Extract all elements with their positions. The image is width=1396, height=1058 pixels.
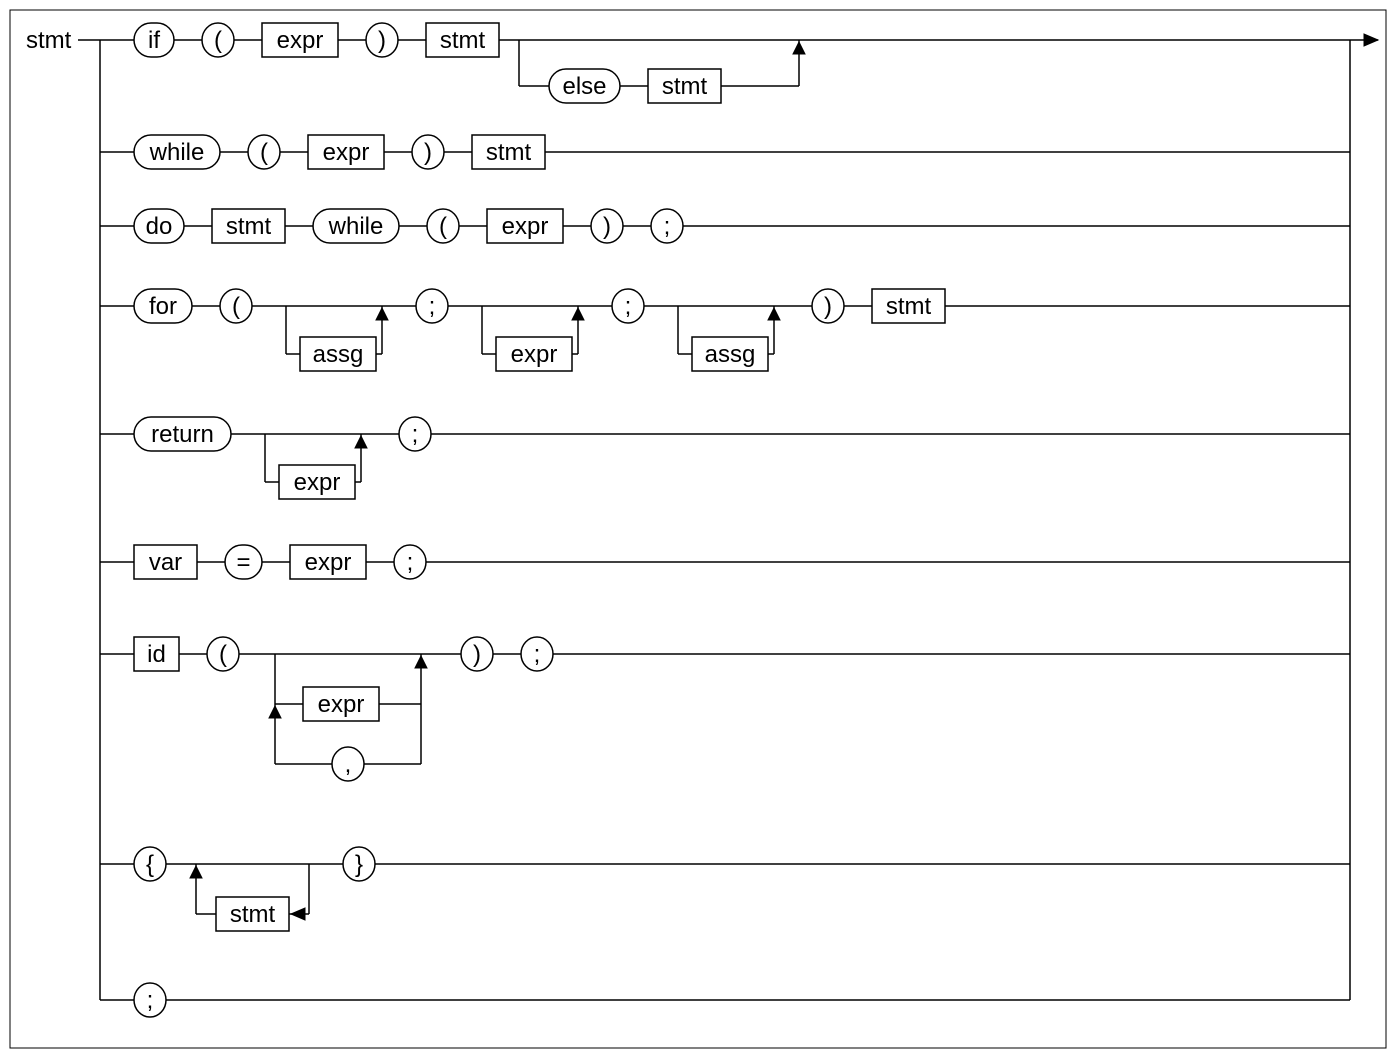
rparen: ) xyxy=(812,289,844,323)
svg-text:(: ( xyxy=(439,213,447,240)
svg-text:expr: expr xyxy=(511,341,558,368)
svg-text:}: } xyxy=(355,851,363,878)
svg-text:expr: expr xyxy=(277,27,324,54)
svg-text:expr: expr xyxy=(323,139,370,166)
svg-text:stmt: stmt xyxy=(662,73,708,100)
nt-expr: expr xyxy=(303,687,379,721)
lparen: ( xyxy=(248,135,280,169)
svg-text:return: return xyxy=(151,421,214,448)
nt-assg: assg xyxy=(300,337,376,371)
lparen: ( xyxy=(202,23,234,57)
kw-for: for xyxy=(134,289,192,323)
svg-text:;: ; xyxy=(534,641,541,668)
svg-text:;: ; xyxy=(407,549,414,576)
lbrace: { xyxy=(134,847,166,881)
svg-text:): ) xyxy=(824,293,832,320)
svg-text:): ) xyxy=(424,139,432,166)
svg-text:expr: expr xyxy=(305,549,352,576)
semicolon: ; xyxy=(134,983,166,1017)
svg-text:(: ( xyxy=(232,293,240,320)
svg-text:expr: expr xyxy=(318,691,365,718)
rule-name: stmt xyxy=(26,27,72,54)
svg-text:;: ; xyxy=(147,987,154,1014)
comma: , xyxy=(332,747,364,781)
svg-text:;: ; xyxy=(412,421,419,448)
kw-if: if xyxy=(134,23,174,57)
svg-text:while: while xyxy=(149,139,205,166)
svg-text:,: , xyxy=(345,751,352,778)
equals: = xyxy=(225,545,262,579)
semicolon: ; xyxy=(521,637,553,671)
svg-text:assg: assg xyxy=(313,341,364,368)
kw-do: do xyxy=(134,209,184,243)
nt-stmt: stmt xyxy=(472,135,545,169)
svg-text:do: do xyxy=(146,213,173,240)
kw-else: else xyxy=(549,69,620,103)
svg-text:;: ; xyxy=(625,293,632,320)
nt-stmt: stmt xyxy=(648,69,721,103)
svg-text:assg: assg xyxy=(705,341,756,368)
nt-assg: assg xyxy=(692,337,768,371)
svg-text:expr: expr xyxy=(294,469,341,496)
svg-text:;: ; xyxy=(664,213,671,240)
diagram-frame xyxy=(10,10,1386,1048)
svg-text:expr: expr xyxy=(502,213,549,240)
nt-id: id xyxy=(134,637,179,671)
nt-stmt: stmt xyxy=(426,23,499,57)
svg-text:): ) xyxy=(378,27,386,54)
svg-text:else: else xyxy=(562,73,606,100)
nt-expr: expr xyxy=(290,545,366,579)
svg-text:(: ( xyxy=(219,641,227,668)
svg-text:(: ( xyxy=(260,139,268,166)
rbrace: } xyxy=(343,847,375,881)
svg-text:=: = xyxy=(236,549,250,576)
nt-stmt: stmt xyxy=(216,897,289,931)
lparen: ( xyxy=(427,209,459,243)
nt-expr: expr xyxy=(496,337,572,371)
rparen: ) xyxy=(461,637,493,671)
railroad-diagram: stmt if ( expr) stmt else stmt while ( expr) stmt… xyxy=(0,0,1396,1058)
svg-text:): ) xyxy=(473,641,481,668)
svg-text:stmt: stmt xyxy=(230,901,276,928)
nt-var: var xyxy=(134,545,197,579)
svg-text:{: { xyxy=(146,851,154,878)
lparen: ( xyxy=(220,289,252,323)
svg-text:): ) xyxy=(603,213,611,240)
nt-expr: expr xyxy=(308,135,384,169)
semicolon: ; xyxy=(416,289,448,323)
svg-text:stmt: stmt xyxy=(486,139,532,166)
svg-text:var: var xyxy=(149,549,182,576)
nt-expr: expr xyxy=(487,209,563,243)
nt-stmt: stmt xyxy=(872,289,945,323)
svg-text:for: for xyxy=(149,293,177,320)
kw-while: while xyxy=(313,209,399,243)
rparen: ) xyxy=(366,23,398,57)
lparen: ( xyxy=(207,637,239,671)
kw-return: return xyxy=(134,417,231,451)
rparen: ) xyxy=(591,209,623,243)
nt-stmt: stmt xyxy=(212,209,285,243)
nt-expr: expr xyxy=(279,465,355,499)
svg-text:(: ( xyxy=(214,27,222,54)
semicolon: ; xyxy=(612,289,644,323)
svg-text:stmt: stmt xyxy=(226,213,272,240)
semicolon: ; xyxy=(399,417,431,451)
svg-text:if: if xyxy=(148,27,160,54)
semicolon: ; xyxy=(651,209,683,243)
svg-text:stmt: stmt xyxy=(440,27,486,54)
kw-while: while xyxy=(134,135,220,169)
svg-text:id: id xyxy=(147,641,166,668)
rparen: ) xyxy=(412,135,444,169)
nt-expr: expr xyxy=(262,23,338,57)
svg-text:while: while xyxy=(328,213,384,240)
svg-text:stmt: stmt xyxy=(886,293,932,320)
semicolon: ; xyxy=(394,545,426,579)
svg-text:;: ; xyxy=(429,293,436,320)
